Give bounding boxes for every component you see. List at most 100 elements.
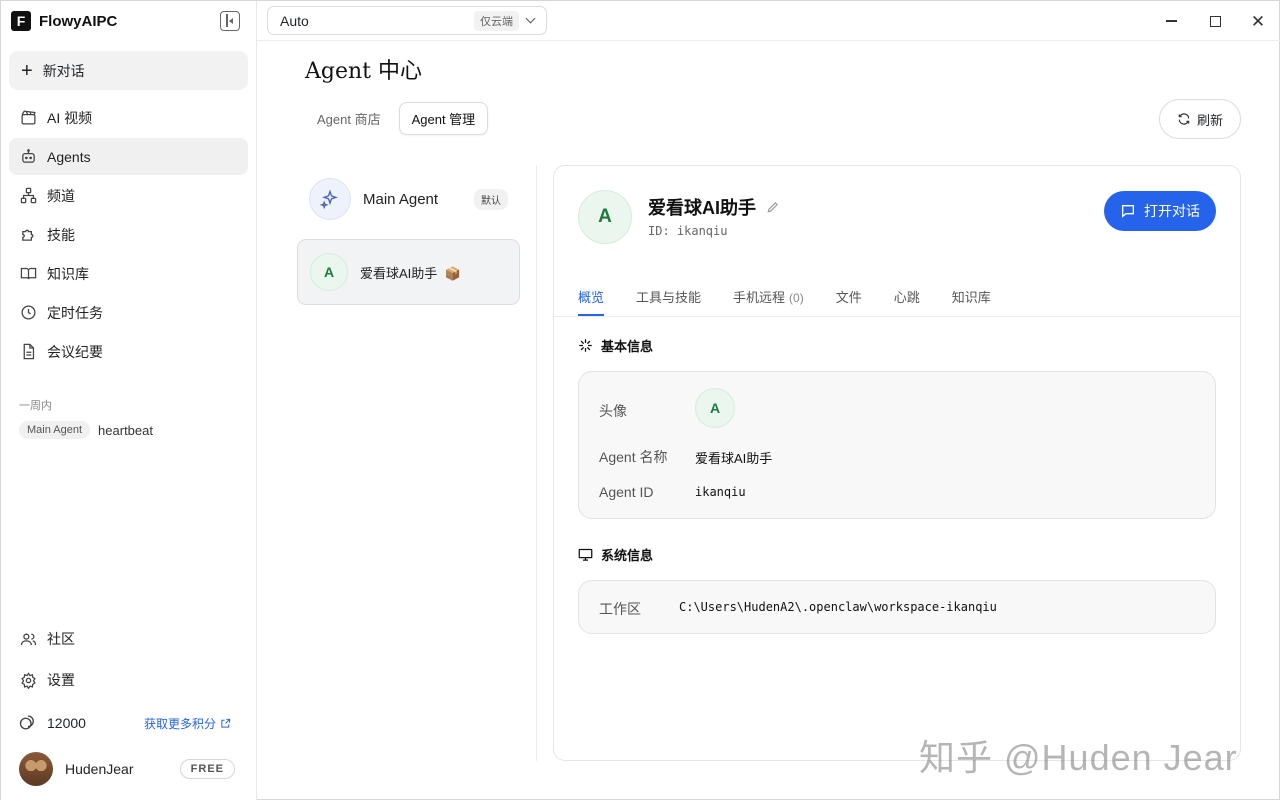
robot-icon — [19, 148, 37, 166]
model-selector[interactable]: Auto 仅云端 — [267, 6, 547, 35]
list-divider — [536, 165, 537, 761]
package-icon: 📦 — [444, 265, 462, 281]
sidebar-item-label: 技能 — [47, 226, 75, 243]
avatar-label: 头像 — [599, 403, 627, 419]
agent-center-tabs: Agent 商店 Agent 管理 — [305, 102, 489, 135]
credits-value: 12000 — [47, 715, 86, 731]
workspace-label: 工作区 — [599, 601, 641, 617]
pencil-icon[interactable] — [766, 200, 780, 214]
users-icon — [19, 630, 37, 648]
sidebar-item-label: Agents — [47, 148, 91, 165]
document-icon — [19, 343, 37, 361]
sparkle-icon — [309, 178, 351, 220]
refresh-icon — [1178, 113, 1190, 125]
chat-bubble-icon — [1122, 205, 1134, 218]
tab-knowledge-base[interactable]: 知识库 — [952, 278, 991, 316]
tab-count: (0) — [789, 291, 804, 305]
refresh-button[interactable]: 刷新 — [1159, 99, 1241, 139]
agent-id-value: ikanqiu — [695, 485, 746, 499]
monitor-icon — [578, 548, 593, 561]
recent-conversation[interactable]: Main Agent heartbeat — [19, 421, 153, 439]
agent-avatar: A — [310, 253, 348, 291]
sidebar-item-skills[interactable]: 技能 — [9, 216, 248, 253]
maximize-icon — [1209, 15, 1221, 27]
page-title: Agent 中心 — [305, 59, 422, 84]
tab-files[interactable]: 文件 — [836, 278, 862, 316]
sparkle-burst-icon — [579, 339, 592, 352]
user-profile[interactable]: HudenJear FREE — [19, 751, 235, 787]
sidebar-item-label: 知识库 — [47, 265, 89, 282]
refresh-label: 刷新 — [1196, 112, 1223, 128]
agent-id-label: Agent ID — [599, 484, 654, 500]
sidebar-item-label: 设置 — [47, 672, 75, 688]
agent-avatar-large: A — [578, 190, 632, 244]
open-chat-label: 打开对话 — [1144, 203, 1200, 219]
tabs-divider — [554, 316, 1240, 317]
agent-list-item-ikanqiu[interactable]: A 爱看球AI助手 📦 — [297, 239, 520, 305]
tab-tools-skills[interactable]: 工具与技能 — [636, 278, 701, 316]
agent-list-item-main[interactable]: Main Agent 默认 — [297, 169, 520, 229]
agent-title-text: 爱看球AI助手 — [648, 198, 756, 218]
avatar — [19, 752, 53, 786]
topbar-divider — [257, 40, 1280, 41]
avatar-value: A — [695, 388, 735, 428]
sidebar-item-label: 会议纪要 — [47, 343, 103, 360]
agent-name-value: 爱看球AI助手 — [695, 451, 773, 466]
agent-title: 爱看球AI助手 — [648, 194, 780, 220]
sidebar: F FlowyAIPC + 新对话 AI 视频 Agents 频道 技能 知识库… — [1, 1, 257, 800]
new-chat-button[interactable]: + 新对话 — [9, 51, 248, 90]
close-icon: ✕ — [1250, 11, 1266, 31]
plus-icon: + — [21, 59, 33, 82]
app-window: F FlowyAIPC + 新对话 AI 视频 Agents 频道 技能 知识库… — [0, 0, 1280, 800]
agent-list: Main Agent 默认 A 爱看球AI助手 📦 — [297, 169, 520, 315]
agent-name-label: Agent 名称 — [599, 449, 668, 465]
app-name: FlowyAIPC — [39, 12, 118, 30]
detail-tabs: 概览 工具与技能 手机远程 (0) 文件 心跳 知识库 — [578, 278, 991, 316]
section-title-text: 基本信息 — [601, 339, 654, 354]
tab-agent-management[interactable]: Agent 管理 — [398, 102, 489, 135]
agent-name-text: 爱看球AI助手 — [360, 265, 438, 281]
agent-detail-panel: A 爱看球AI助手 ID: ikanqiu 打开对话 概览 工具与技能 手机远程… — [553, 165, 1241, 761]
sidebar-item-settings[interactable]: 设置 — [9, 662, 248, 698]
sidebar-item-knowledge-base[interactable]: 知识库 — [9, 255, 248, 292]
get-more-label: 获取更多积分 — [143, 716, 216, 731]
open-chat-button[interactable]: 打开对话 — [1104, 191, 1216, 231]
tab-label: 手机远程 — [733, 290, 786, 305]
system-info-card: 工作区 C:\Users\HudenA2\.openclaw\workspace… — [578, 580, 1216, 634]
book-open-icon — [19, 265, 37, 283]
maximize-button[interactable] — [1205, 11, 1225, 31]
sidebar-item-ai-video[interactable]: AI 视频 — [9, 99, 248, 136]
plan-badge: FREE — [179, 759, 235, 779]
agent-name: Main Agent — [363, 190, 439, 208]
watermark: 知乎 @Huden Jear — [919, 737, 1238, 778]
sidebar-item-scheduled-tasks[interactable]: 定时任务 — [9, 294, 248, 331]
model-name: Auto — [280, 12, 309, 29]
sidebar-item-label: 频道 — [47, 187, 75, 204]
tab-heartbeat[interactable]: 心跳 — [894, 278, 920, 316]
tab-agent-store[interactable]: Agent 商店 — [305, 102, 393, 135]
system-info-heading: 系统信息 — [578, 545, 653, 564]
close-button[interactable]: ✕ — [1248, 11, 1268, 31]
minimize-icon — [1165, 20, 1177, 22]
clock-icon — [19, 304, 37, 322]
minimize-button[interactable] — [1161, 11, 1181, 31]
gear-icon — [19, 671, 37, 689]
user-name: HudenJear — [65, 761, 134, 777]
sidebar-item-label: AI 视频 — [47, 109, 93, 126]
sidebar-bottom-nav: 社区 设置 — [9, 621, 248, 703]
agent-tag: Main Agent — [19, 421, 91, 439]
tab-phone-remote[interactable]: 手机远程 (0) — [733, 278, 804, 316]
chevron-down-icon — [525, 13, 536, 24]
sidebar-item-community[interactable]: 社区 — [9, 621, 248, 657]
external-link-icon — [221, 718, 231, 728]
agent-id-text: ID: ikanqiu — [648, 224, 728, 238]
collapse-sidebar-icon[interactable] — [220, 11, 240, 31]
puzzle-icon — [19, 226, 37, 244]
sidebar-item-agents[interactable]: Agents — [9, 138, 248, 175]
sidebar-item-channels[interactable]: 频道 — [9, 177, 248, 214]
workspace-path: C:\Users\HudenA2\.openclaw\workspace-ika… — [679, 600, 997, 614]
get-more-credits-link[interactable]: 获取更多积分 — [144, 715, 231, 732]
sidebar-item-meeting-notes[interactable]: 会议纪要 — [9, 333, 248, 370]
tab-overview[interactable]: 概览 — [578, 278, 605, 316]
basic-info-card: 头像 A Agent 名称 爱看球AI助手 Agent ID ikanqiu — [578, 371, 1216, 519]
